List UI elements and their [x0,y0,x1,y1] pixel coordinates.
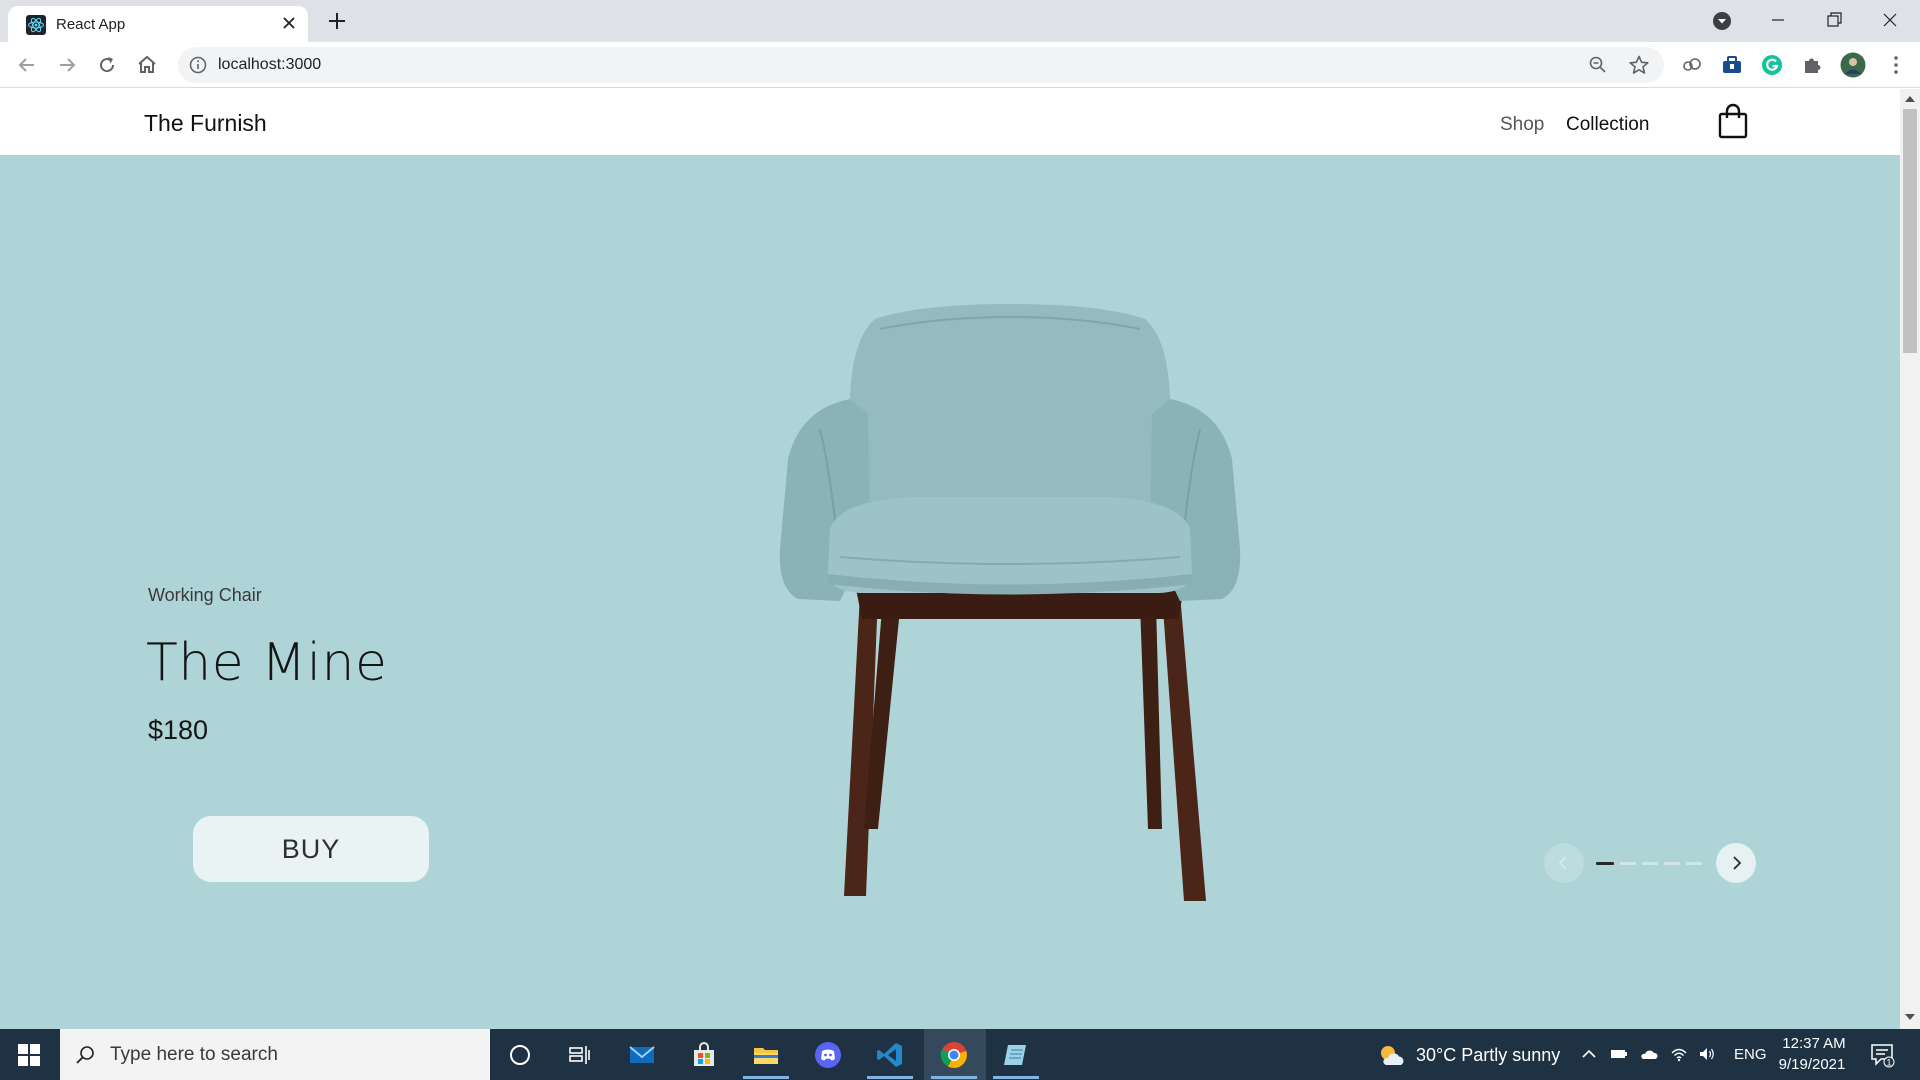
forward-icon[interactable] [55,53,79,77]
carousel-indicators [1596,862,1706,865]
vscode-icon[interactable] [876,1041,904,1069]
carousel-dot[interactable] [1596,862,1614,865]
carousel-next-button[interactable] [1716,843,1756,883]
site-info-icon[interactable] [188,55,208,75]
file-explorer-running-indicator [743,1076,789,1079]
extension-cloud-icon[interactable] [1680,53,1704,77]
scroll-up-arrow-icon[interactable] [1905,95,1915,103]
reload-icon[interactable] [95,53,119,77]
windows-start-icon[interactable] [18,1044,40,1066]
brand-logo[interactable]: The Furnish [144,110,267,137]
tab-strip: React App [0,0,1920,42]
weather-partly-sunny-icon[interactable] [1377,1042,1405,1068]
task-view-icon[interactable] [566,1041,594,1069]
minimize-icon[interactable] [1766,8,1790,32]
clock-date[interactable]: 9/19/2021 [1774,1056,1850,1073]
nav-link-shop[interactable]: Shop [1500,114,1544,136]
search-icon [76,1046,94,1064]
notepad-app-icon[interactable] [1002,1041,1030,1069]
buy-button[interactable]: BUY [193,816,429,882]
home-icon[interactable] [135,53,159,77]
restore-icon[interactable] [1822,8,1846,32]
url-text[interactable]: localhost:3000 [218,56,321,74]
scrollbar-thumb[interactable] [1903,109,1917,353]
new-tab-icon[interactable] [326,10,348,32]
product-price: $180 [148,715,209,745]
product-category: Working Chair [148,585,262,605]
notification-icon: 1 [1871,1044,1895,1068]
notification-count: 1 [1886,1058,1891,1068]
show-hidden-icons-icon[interactable] [1580,1045,1598,1063]
store-icon[interactable] [690,1041,718,1069]
menu-kebab-icon[interactable] [1884,53,1908,77]
chrome-icon[interactable] [940,1041,968,1069]
profile-avatar-icon[interactable] [1840,52,1866,78]
file-explorer-icon[interactable] [752,1041,780,1069]
nav-link-collection[interactable]: Collection [1566,114,1649,136]
taskbar-search-box[interactable]: Type here to search [60,1029,490,1080]
taskbar-search-placeholder: Type here to search [110,1044,278,1065]
onedrive-cloud-icon[interactable] [1640,1045,1658,1063]
shopping-bag-icon[interactable] [1718,103,1748,139]
cortana-icon[interactable] [506,1041,534,1069]
carousel-dot[interactable] [1620,862,1636,865]
close-tab-icon[interactable] [280,14,298,32]
scroll-down-arrow-icon[interactable] [1905,1013,1915,1021]
address-bar[interactable]: localhost:3000 [178,47,1664,83]
tab-title: React App [56,16,126,33]
site-header: The Furnish Shop Collection [0,89,1900,155]
chair-product-image [779,304,1241,901]
browser-toolbar: localhost:3000 [0,42,1920,88]
page-viewport: The Furnish Shop Collection Working Chai… [0,89,1900,1029]
hero-slide: Working Chair The Mine $180 BUY [0,155,1900,1029]
wifi-icon[interactable] [1670,1045,1688,1063]
react-favicon-icon [26,15,46,35]
discord-icon[interactable] [814,1041,842,1069]
vscode-running-indicator [867,1076,913,1079]
action-center-button[interactable]: 1 [1868,1042,1896,1068]
bookmark-star-icon[interactable] [1628,54,1650,76]
zoom-icon[interactable] [1588,55,1608,75]
product-name: The Mine [146,633,388,693]
battery-icon[interactable] [1610,1045,1628,1063]
extension-toolbox-icon[interactable] [1720,53,1744,77]
carousel-dot[interactable] [1664,862,1680,865]
app-running-indicator [993,1076,1039,1079]
carousel-prev-button[interactable] [1544,843,1584,883]
windows-taskbar: Type here to search 30°C Partly sunny EN… [0,1029,1920,1080]
browser-tab[interactable]: React App [8,6,308,42]
grammarly-icon[interactable] [1760,53,1784,77]
tab-search-icon[interactable] [1712,11,1732,31]
clock-time[interactable]: 12:37 AM [1782,1035,1846,1052]
back-icon[interactable] [15,53,39,77]
chevron-right-icon [1733,856,1742,870]
weather-text[interactable]: 30°C Partly sunny [1416,1045,1560,1066]
page-scrollbar[interactable] [1900,89,1920,1029]
carousel-dot[interactable] [1686,862,1702,865]
chrome-running-indicator [931,1076,977,1079]
volume-icon[interactable] [1698,1045,1716,1063]
extensions-puzzle-icon[interactable] [1800,53,1824,77]
mail-icon[interactable] [628,1041,656,1069]
input-language[interactable]: ENG [1734,1046,1767,1063]
chevron-left-icon [1558,856,1567,870]
carousel-dot[interactable] [1642,862,1658,865]
close-window-icon[interactable] [1878,8,1902,32]
